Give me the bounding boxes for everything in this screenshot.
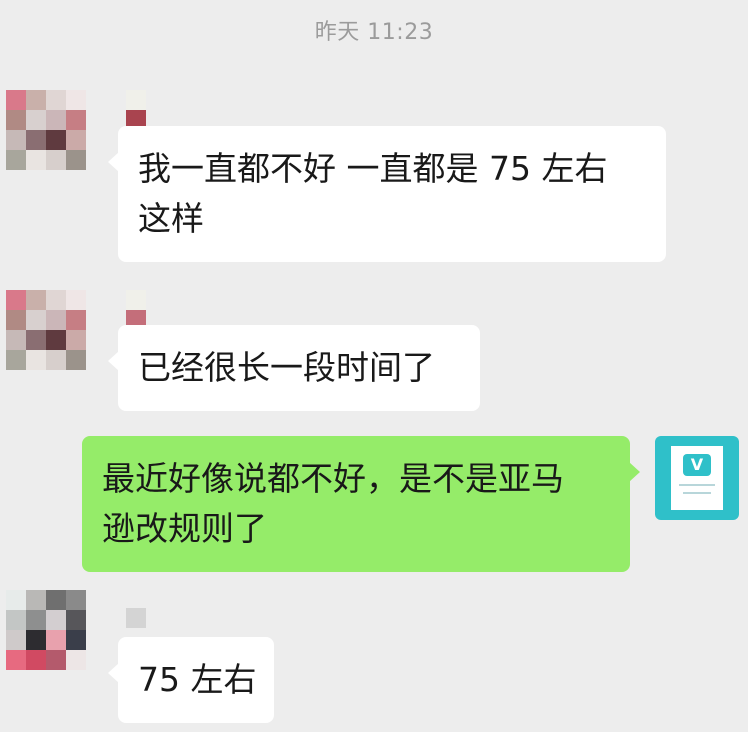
- message-text-line: 这样: [138, 199, 204, 238]
- contact-avatar[interactable]: [6, 90, 86, 170]
- contact-avatar[interactable]: [6, 590, 86, 670]
- contact-name-redacted: [126, 90, 146, 130]
- self-avatar[interactable]: V: [655, 436, 739, 520]
- message-text-line: 75 左右: [138, 660, 257, 699]
- message-timestamp: 昨天 11:23: [314, 20, 434, 45]
- message-bubble[interactable]: 75 左右: [108, 637, 274, 723]
- message-text-line: 最近好像说都不好，是不是亚马: [102, 459, 564, 498]
- message-text-line: 我一直都不好 一直都是 75 左右: [138, 149, 608, 188]
- message-text-line: 已经很长一段时间了: [138, 348, 435, 387]
- contact-avatar[interactable]: [6, 290, 86, 370]
- contact-name-redacted: [126, 290, 146, 330]
- message-text-line: 逊改规则了: [102, 509, 267, 548]
- message-bubble[interactable]: 我一直都不好 一直都是 75 左右 这样: [108, 126, 666, 262]
- message-bubble[interactable]: 已经很长一段时间了: [108, 325, 480, 411]
- message-bubble-outgoing[interactable]: 最近好像说都不好，是不是亚马 逊改规则了: [82, 436, 640, 572]
- v-logo-icon: V: [671, 446, 723, 510]
